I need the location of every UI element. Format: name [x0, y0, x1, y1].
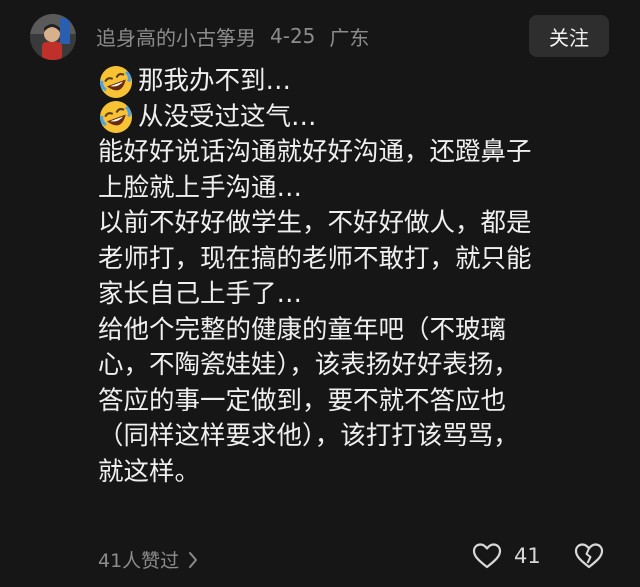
user-meta: 追身高的小古筝男 4-25 广东 [96, 22, 369, 50]
broken-heart-icon [574, 543, 604, 569]
like-button[interactable]: 41 [472, 542, 541, 570]
comment-line-text: 家长自己上手了… [98, 279, 303, 309]
comment-line-text: 能好好说话沟通就好好沟通，还蹬鼻子 [98, 137, 532, 167]
comment-line: 能好好说话沟通就好好沟通，还蹬鼻子 [98, 135, 618, 171]
comment-line: 上脸就上手沟通… [98, 171, 618, 207]
like-count: 41 [514, 544, 541, 568]
comment-footer: 41人赞过 41 [0, 540, 640, 580]
comment-line-text: 以前不好好做学生，不好好做人，都是 [98, 208, 532, 238]
username[interactable]: 追身高的小古筝男 [96, 22, 256, 51]
chevron-right-icon [189, 551, 198, 568]
comment-line-text: 给他个完整的健康的童年吧（不玻璃 [98, 314, 507, 345]
liked-by-link[interactable]: 41人赞过 [98, 546, 199, 573]
comment-location: 广东 [329, 25, 370, 50]
comment-line-text: 从没受过这气… [138, 101, 317, 132]
comment-line-text: 答应的事一定做到，要不就不答应也 [98, 385, 507, 416]
comment-line: 心，不陶瓷娃娃），该表扬好好表扬， [98, 348, 618, 384]
comment-line-text: 就这样。 [98, 456, 201, 487]
rofl-emoji-icon [100, 101, 132, 134]
comment-line: 答应的事一定做到，要不就不答应也 [98, 384, 618, 420]
heart-outline-icon [472, 543, 502, 569]
dislike-button[interactable] [574, 542, 604, 574]
comment-line-text: 老师打，现在搞的老师不敢打，就只能 [98, 243, 532, 274]
follow-button[interactable]: 关注 [529, 15, 609, 57]
comment-line: 家长自己上手了… [98, 277, 618, 313]
comment-line: 那我办不到… [98, 64, 618, 100]
comment-line-text: 上脸就上手沟通… [98, 172, 303, 203]
comment-line: 就这样。 [98, 455, 618, 491]
comment-line: 以前不好好做学生，不好好做人，都是 [98, 206, 618, 242]
comment-line-text: （同样这样要求他），该打打该骂骂， [98, 421, 519, 451]
comment-line-text: 心，不陶瓷娃娃），该表扬好好表扬， [98, 350, 519, 380]
comment-card: 追身高的小古筝男 4-25 广东 关注 那我办不到… 从没受过这气… 能好好说话… [0, 0, 640, 587]
comment-date: 4-25 [270, 24, 316, 48]
avatar[interactable] [30, 14, 76, 60]
comment-text: 那我办不到… 从没受过这气… 能好好说话沟通就好好沟通，还蹬鼻子 上脸就上手沟通… [98, 64, 618, 490]
comment-line: 老师打，现在搞的老师不敢打，就只能 [98, 242, 618, 278]
rofl-emoji-icon [100, 65, 132, 98]
comment-line: 给他个完整的健康的童年吧（不玻璃 [98, 313, 618, 349]
comment-line: （同样这样要求他），该打打该骂骂， [98, 419, 618, 455]
liked-by-text: 41人赞过 [98, 550, 180, 572]
comment-line-text: 那我办不到… [138, 66, 292, 96]
comment-line: 从没受过这气… [98, 100, 618, 136]
